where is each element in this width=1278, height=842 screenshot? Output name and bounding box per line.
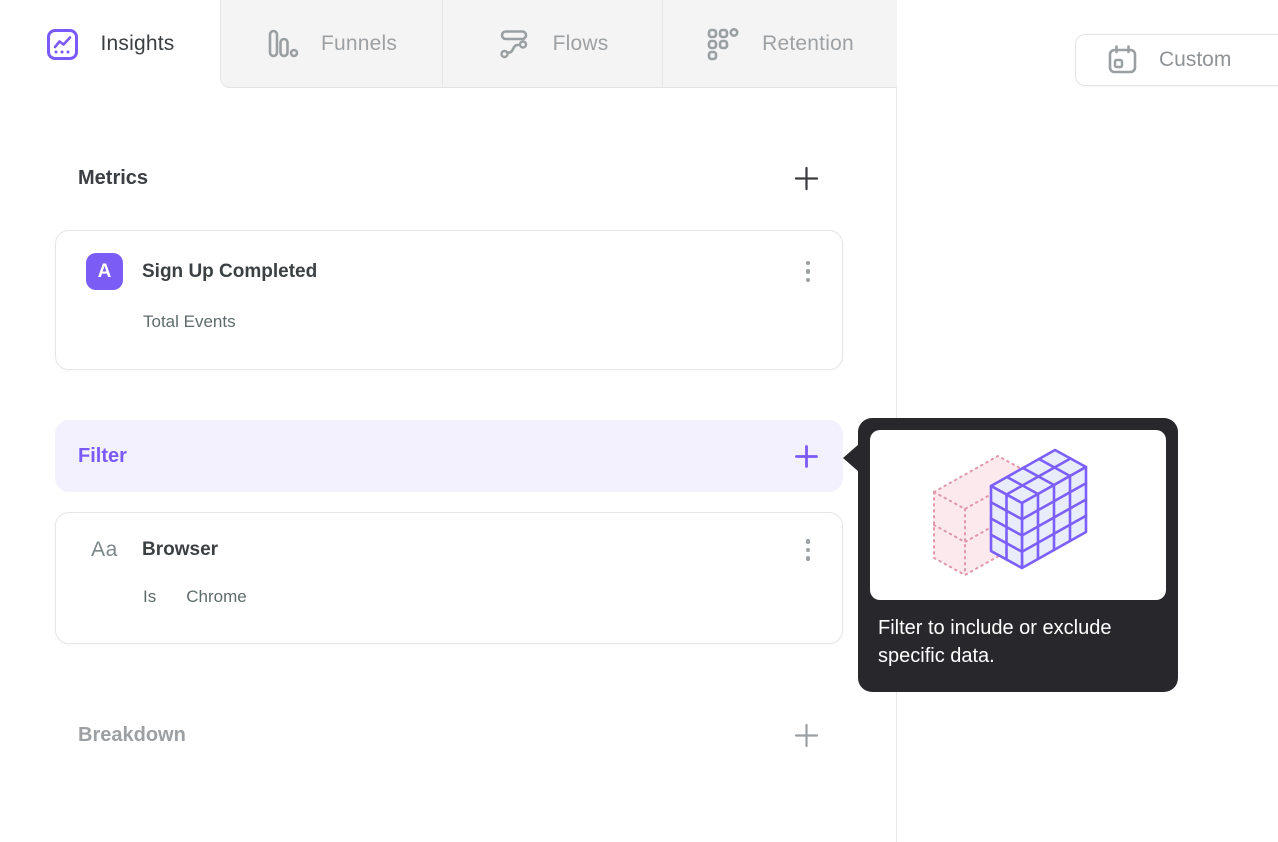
tab-funnels[interactable]: Funnels xyxy=(220,0,442,88)
metric-measurement[interactable]: Total Events xyxy=(143,312,816,332)
tooltip-arrow xyxy=(843,444,859,472)
tab-flows-label: Flows xyxy=(552,31,609,55)
filter-options-kebab-icon[interactable] xyxy=(800,535,817,565)
breakdown-section-header: Breakdown xyxy=(55,715,843,755)
add-filter-button[interactable] xyxy=(791,441,821,471)
metric-card[interactable]: A Sign Up Completed Total Events xyxy=(55,230,843,370)
report-type-tabbar: Insights Funnels Flows Retention xyxy=(0,0,897,88)
funnel-bars-icon xyxy=(266,27,299,60)
plus-icon xyxy=(794,723,818,747)
plus-icon xyxy=(794,166,818,190)
filter-section-title: Filter xyxy=(78,444,127,467)
tab-insights-label: Insights xyxy=(100,32,175,55)
tab-retention-label: Retention xyxy=(762,31,854,55)
add-metric-button[interactable] xyxy=(791,163,821,193)
filter-cube-illustration xyxy=(870,430,1166,600)
add-breakdown-button[interactable] xyxy=(791,720,821,750)
metrics-section-header: Metrics xyxy=(55,158,843,198)
filter-section-header: Filter xyxy=(55,420,843,492)
breakdown-section-title: Breakdown xyxy=(78,723,186,746)
flow-wave-icon xyxy=(497,27,531,61)
tab-funnels-label: Funnels xyxy=(320,31,398,55)
plus-icon xyxy=(794,444,818,468)
tab-insights[interactable]: Insights xyxy=(0,0,220,88)
filter-value[interactable]: Chrome xyxy=(186,587,246,606)
filter-property-name: Browser xyxy=(142,538,219,560)
tab-flows[interactable]: Flows xyxy=(442,0,662,88)
date-range-button[interactable]: Custom xyxy=(1075,34,1278,86)
calendar-icon xyxy=(1106,43,1139,77)
filter-operator[interactable]: Is xyxy=(143,587,156,606)
filter-card[interactable]: Aa Browser Is Chrome xyxy=(55,512,843,644)
tab-retention[interactable]: Retention xyxy=(662,0,897,88)
filter-feature-tooltip: Filter to include or exclude specific da… xyxy=(843,418,1178,692)
analytics-report-builder: Insights Funnels Flows Retention Metrics… xyxy=(0,0,1278,842)
dots-grid-icon xyxy=(706,26,740,62)
metric-options-kebab-icon[interactable] xyxy=(800,257,817,287)
metric-series-badge: A xyxy=(86,253,123,290)
line-chart-icon xyxy=(46,28,79,61)
query-builder-pane: Insights Funnels Flows Retention Metrics… xyxy=(0,0,897,842)
metrics-section-title: Metrics xyxy=(78,166,149,189)
tooltip-text: Filter to include or exclude specific da… xyxy=(878,617,1112,667)
metric-event-name: Sign Up Completed xyxy=(142,260,318,282)
text-property-icon: Aa xyxy=(91,537,118,561)
date-range-label: Custom xyxy=(1159,48,1232,71)
